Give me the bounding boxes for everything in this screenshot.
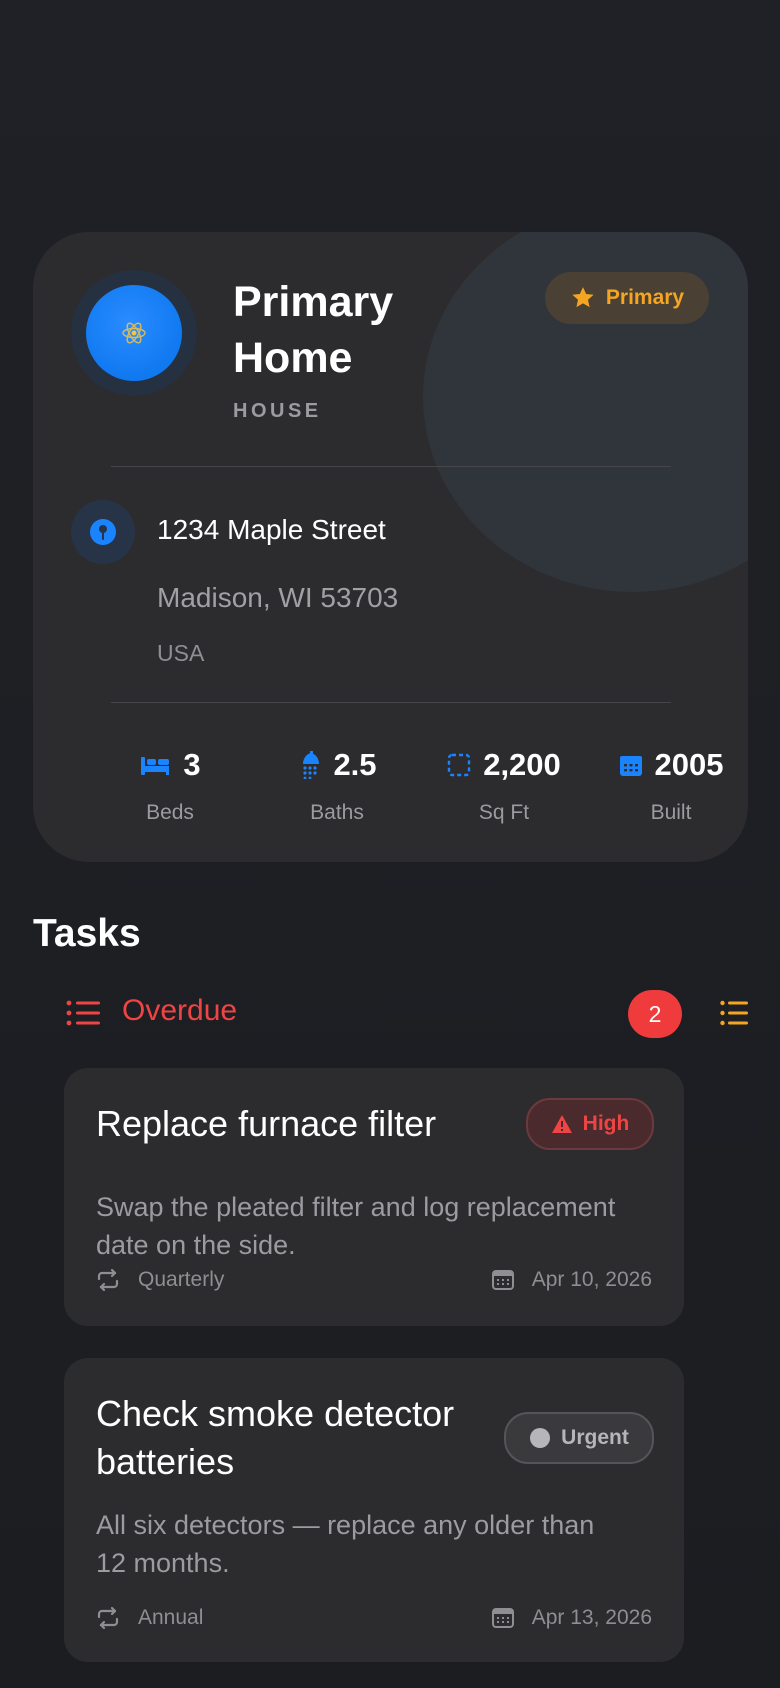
- stat-baths-value: 2.5: [333, 747, 377, 782]
- overdue-count-badge: 2: [628, 990, 682, 1038]
- task-recurrence: Quarterly: [138, 1268, 225, 1291]
- stat-sqft-label: Sq Ft: [478, 801, 530, 824]
- task-description: Swap the pleated filter and log replacem…: [96, 1192, 616, 1260]
- stat-sqft-value: 2,200: [483, 747, 561, 782]
- warning-icon: [551, 1115, 572, 1133]
- task-recurrence: Annual: [138, 1606, 204, 1629]
- priority-badge: Urgent: [504, 1412, 654, 1464]
- location-pin-container: [71, 500, 135, 564]
- primary-badge: Primary: [545, 272, 709, 324]
- shower-icon: [303, 751, 320, 779]
- stat-built-label: Built: [650, 801, 692, 824]
- calendar-icon: [491, 1608, 514, 1628]
- atom-icon: [122, 322, 146, 344]
- divider: [111, 702, 671, 703]
- task-title: Check smoke detector batteries: [96, 1393, 455, 1482]
- property-card[interactable]: Primary Home HOUSE Primary 1234 Maple St…: [33, 232, 748, 862]
- repeat-icon: [97, 1607, 119, 1629]
- task-due-date: Apr 10, 2026: [531, 1268, 652, 1291]
- area-icon: [448, 753, 471, 777]
- task-due-date: Apr 13, 2026: [531, 1606, 652, 1629]
- repeat-icon: [97, 1269, 119, 1291]
- stat-built: 2005 Built: [591, 747, 748, 825]
- property-name: Primary Home: [233, 278, 394, 382]
- stat-built-value: 2005: [654, 747, 724, 782]
- priority-label: Urgent: [561, 1426, 629, 1449]
- property-type: HOUSE: [233, 400, 322, 422]
- priority-badge: High: [526, 1098, 654, 1150]
- task-description: All six detectors — replace any older th…: [96, 1510, 595, 1578]
- star-icon: [572, 287, 594, 308]
- calendar-icon: [491, 1270, 514, 1290]
- task-card[interactable]: Replace furnace filter High Swap the ple…: [64, 1068, 684, 1326]
- list-toggle-icon[interactable]: [720, 1000, 748, 1026]
- overdue-section-header[interactable]: Overdue 2: [66, 990, 754, 1042]
- priority-label: High: [582, 1112, 630, 1135]
- stat-baths: 2.5 Baths: [257, 747, 417, 825]
- task-card[interactable]: Check smoke detector batteries Urgent Al…: [64, 1358, 684, 1662]
- stat-baths-label: Baths: [310, 801, 364, 824]
- list-icon: [66, 1000, 100, 1026]
- address-country: USA: [157, 640, 205, 666]
- tasks-heading: Tasks: [33, 912, 141, 955]
- stat-beds-label: Beds: [146, 801, 194, 824]
- stat-sqft: 2,200 Sq Ft: [424, 747, 584, 825]
- task-meta: Quarterly Apr 10, 2026: [96, 1268, 652, 1296]
- overdue-label: Overdue: [122, 994, 238, 1027]
- stat-beds: 3 Beds: [90, 747, 250, 825]
- location-pin-icon: [90, 519, 116, 545]
- bed-icon: [141, 757, 170, 775]
- task-meta: Annual Apr 13, 2026: [96, 1606, 652, 1634]
- task-title: Replace furnace filter: [96, 1103, 437, 1144]
- address-street: 1234 Maple Street: [157, 514, 386, 545]
- circle-icon: [530, 1428, 551, 1448]
- calendar-icon: [619, 756, 642, 776]
- divider: [111, 466, 671, 467]
- stat-beds-value: 3: [183, 747, 201, 782]
- primary-badge-label: Primary: [605, 286, 685, 309]
- address-city: Madison, WI 53703: [157, 582, 399, 613]
- property-avatar: [71, 270, 197, 396]
